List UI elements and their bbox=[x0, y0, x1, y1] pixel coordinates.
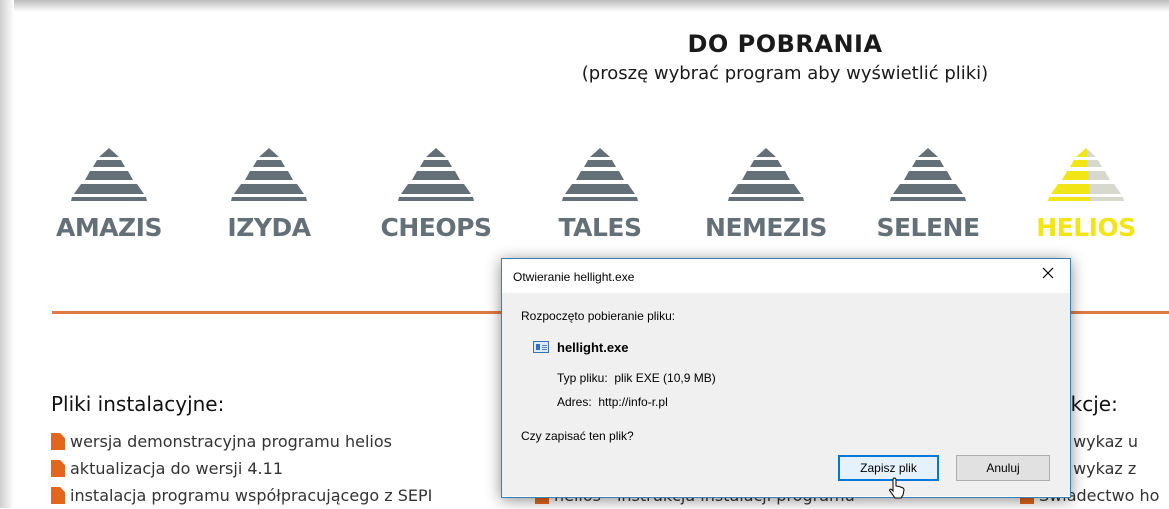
program-logo-nemezis[interactable]: NEMEZIS bbox=[691, 143, 841, 243]
dialog-body: Rozpoczęto pobieranie pliku: hellight.ex… bbox=[502, 293, 1070, 496]
program-name: HELIOS bbox=[1036, 213, 1136, 242]
file-type-value: plik EXE (10,9 MB) bbox=[614, 371, 716, 385]
exe-file-icon bbox=[533, 341, 549, 353]
list-item[interactable]: instalacja programu współpracującego z S… bbox=[51, 482, 432, 509]
pyramid-icon bbox=[890, 148, 966, 201]
dialog-intro: Rozpoczęto pobieranie pliku: bbox=[521, 309, 676, 323]
download-link[interactable]: aktualizacja do wersji 4.11 bbox=[70, 459, 283, 478]
file-type-row: Typ pliku: plik EXE (10,9 MB) bbox=[557, 371, 716, 385]
program-logo-amazis[interactable]: AMAZIS bbox=[34, 143, 184, 243]
program-logo-izyda[interactable]: IZYDA bbox=[194, 143, 344, 243]
installers-list: wersja demonstracyjna programu helios ak… bbox=[51, 428, 432, 509]
pyramid-icon bbox=[398, 148, 474, 201]
pyramid-icon bbox=[1048, 148, 1124, 201]
download-link[interactable]: wersja demonstracyjna programu helios bbox=[70, 432, 392, 451]
program-logo-cheops[interactable]: CHEOPS bbox=[361, 143, 511, 243]
list-item[interactable]: wersja demonstracyjna programu helios bbox=[51, 428, 432, 455]
file-icon bbox=[51, 487, 65, 504]
program-logo-selene[interactable]: SELENE bbox=[853, 143, 1003, 243]
file-icon bbox=[51, 433, 65, 450]
download-link[interactable]: instalacja programu współpracującego z S… bbox=[70, 486, 432, 505]
close-icon bbox=[1042, 267, 1054, 279]
program-logo-helios[interactable]: HELIOS bbox=[1011, 143, 1161, 243]
installers-title: Pliki instalacyjne: bbox=[51, 392, 225, 416]
program-name: NEMEZIS bbox=[705, 213, 827, 242]
program-name: AMAZIS bbox=[55, 213, 163, 242]
address-label: Adres: bbox=[557, 395, 592, 409]
pyramid-icon bbox=[71, 148, 147, 201]
download-dialog: Otwieranie hellight.exe Rozpoczęto pobie… bbox=[501, 258, 1071, 498]
page-subtitle: (proszę wybrać program aby wyświetlić pl… bbox=[581, 63, 989, 84]
pyramid-icon bbox=[728, 148, 804, 201]
file-type-label: Typ pliku: bbox=[557, 371, 608, 385]
program-name: IZYDA bbox=[227, 213, 311, 242]
window-top-shadow bbox=[0, 0, 1169, 12]
cancel-button[interactable]: Anuluj bbox=[956, 455, 1050, 481]
page-title: DO POBRANIA bbox=[687, 30, 883, 58]
dialog-filename: hellight.exe bbox=[557, 340, 629, 355]
program-name: TALES bbox=[558, 213, 642, 242]
program-name: CHEOPS bbox=[380, 213, 492, 242]
list-item[interactable]: aktualizacja do wersji 4.11 bbox=[51, 455, 432, 482]
dialog-title: Otwieranie hellight.exe bbox=[513, 270, 635, 284]
program-name: SELENE bbox=[876, 213, 980, 242]
mouse-pointer-icon bbox=[889, 477, 905, 499]
window-left-shadow bbox=[0, 0, 14, 508]
pyramid-icon bbox=[562, 148, 638, 201]
file-icon bbox=[51, 460, 65, 477]
address-value: http://info-r.pl bbox=[598, 395, 668, 409]
dialog-question: Czy zapisać ten plik? bbox=[521, 429, 634, 443]
program-logo-tales[interactable]: TALES bbox=[525, 143, 675, 243]
pyramid-icon bbox=[231, 148, 307, 201]
address-row: Adres: http://info-r.pl bbox=[557, 395, 668, 409]
close-button[interactable] bbox=[1026, 259, 1070, 287]
